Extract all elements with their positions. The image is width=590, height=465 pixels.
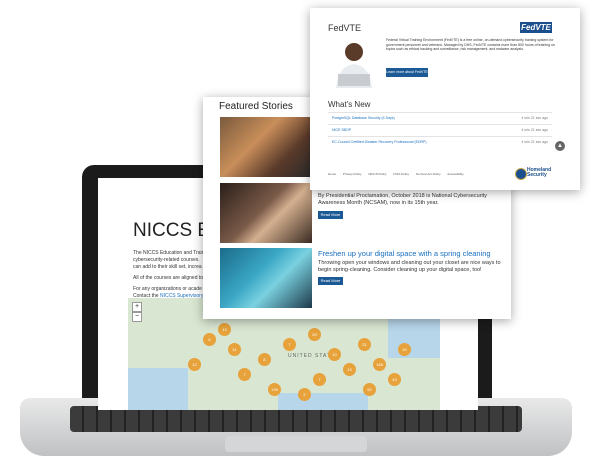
story-image-clouds-laptop[interactable]: [220, 248, 312, 308]
footer-link-no-fear[interactable]: No Fear Act Policy: [416, 172, 441, 176]
map-cluster[interactable]: 43: [388, 373, 401, 386]
map-ocean-west: [128, 368, 188, 410]
read-more-button[interactable]: Read More: [318, 277, 343, 285]
map-cluster[interactable]: 13: [343, 363, 356, 376]
fedvte-title: FedVTE: [328, 23, 362, 33]
map-cluster[interactable]: 8: [258, 353, 271, 366]
footer-link-home[interactable]: Home: [328, 172, 336, 176]
map-cluster[interactable]: 15: [398, 343, 411, 356]
chevron-up-icon[interactable]: ▲: [555, 141, 565, 151]
fedvte-card: FedVTE FedVTE Federal Virtual Training E…: [310, 8, 580, 190]
news-time: 4 min 21 sec ago: [521, 116, 548, 120]
news-title-link[interactable]: PostgreSQL Database Security (4 Days): [332, 113, 395, 123]
courses-aligned-text: All of the courses are aligned to: [133, 275, 204, 281]
footer-links: Home Privacy Policy NICCS Policy FOIA Po…: [328, 172, 470, 176]
zoom-out-button[interactable]: −: [132, 312, 142, 322]
story-body: Throwing open your windows and cleaning …: [318, 260, 501, 273]
story-image-laptop-user[interactable]: [220, 117, 312, 177]
fedvte-logo: FedVTE: [520, 22, 552, 33]
map-cluster[interactable]: 7: [313, 373, 326, 386]
footer-link-foia[interactable]: FOIA Policy: [393, 172, 409, 176]
news-title-link[interactable]: EC-Council Certified Disaster Recovery P…: [332, 137, 427, 147]
map-cluster[interactable]: 139: [268, 383, 281, 396]
featured-stories-title: Featured Stories: [219, 101, 293, 112]
footer-link-privacy[interactable]: Privacy Policy: [343, 172, 362, 176]
intro-line-1: The NICCS Education and Train: [133, 250, 205, 256]
map-cluster[interactable]: 7: [283, 338, 296, 351]
story-image-phone-user[interactable]: [220, 183, 312, 243]
map-cluster[interactable]: 21: [358, 338, 371, 351]
intro-line-3: can add to their skill set, increa: [133, 264, 202, 270]
intro-line-2: cybersecurity-related courses.: [133, 257, 200, 263]
story-title-link[interactable]: Freshen up your digital space with a spr…: [318, 249, 491, 258]
map-cluster[interactable]: 2: [298, 388, 311, 401]
map-cluster[interactable]: 13: [218, 323, 231, 336]
dhs-line-2: Security: [527, 172, 547, 178]
map-cluster[interactable]: 10: [328, 348, 341, 361]
news-row[interactable]: NICE SBOP 4 min 21 sec ago: [328, 124, 552, 135]
map-cluster[interactable]: 7: [238, 368, 251, 381]
zoom-in-button[interactable]: +: [132, 302, 142, 312]
news-row[interactable]: EC-Council Certified Disaster Recovery P…: [328, 136, 552, 147]
map-cluster[interactable]: 20: [308, 328, 321, 341]
fedvte-photo: [328, 38, 380, 88]
news-time: 4 min 21 sec ago: [521, 128, 548, 132]
map-cluster[interactable]: 52: [363, 383, 376, 396]
news-row[interactable]: PostgreSQL Database Security (4 Days) 4 …: [328, 112, 552, 123]
map-cluster[interactable]: 31: [228, 343, 241, 356]
map-cluster[interactable]: 148: [373, 358, 386, 371]
learn-more-fedvte-button[interactable]: Learn more about FedVTE: [386, 68, 428, 77]
whats-new-title: What's New: [328, 100, 371, 109]
laptop-trackpad: [225, 436, 367, 452]
read-more-button[interactable]: Read More: [318, 211, 343, 219]
footer-link-accessibility[interactable]: Accessibility: [447, 172, 463, 176]
story-body: By Presidential Proclamation, October 20…: [318, 193, 488, 206]
news-time: 4 min 21 sec ago: [521, 140, 548, 144]
news-title-link[interactable]: NICE SBOP: [332, 125, 351, 135]
dhs-logo-text: Homeland Security: [527, 168, 551, 178]
footer-link-niccs-policy[interactable]: NICCS Policy: [368, 172, 386, 176]
org-text: For any organizations or acade: [133, 286, 202, 292]
dhs-seal-icon: [515, 168, 527, 180]
map-gulf: [278, 393, 368, 410]
map-cluster[interactable]: 6: [203, 333, 216, 346]
map-cluster[interactable]: 12: [188, 358, 201, 371]
fedvte-description: Federal Virtual Training Environment (Fe…: [386, 38, 555, 52]
